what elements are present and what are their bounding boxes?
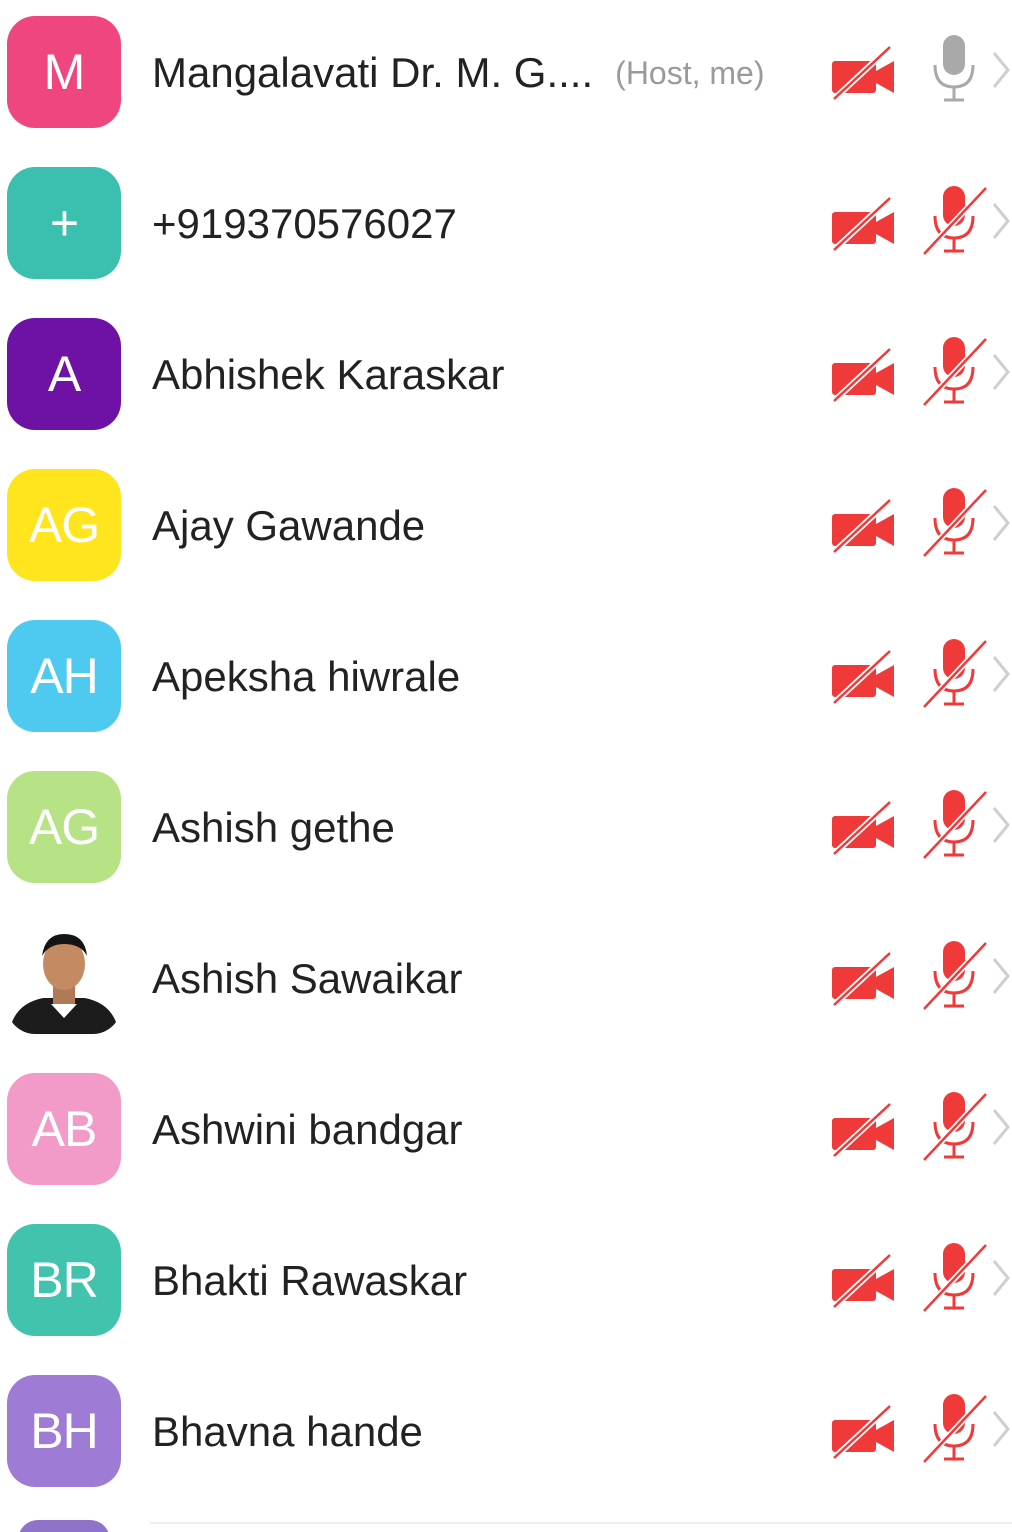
chevron-right-icon[interactable] bbox=[990, 198, 1012, 244]
mic-icon[interactable] bbox=[918, 31, 992, 111]
chevron-right-icon[interactable] bbox=[990, 953, 1012, 999]
participant-name: Apeksha hiwrale bbox=[152, 653, 461, 700]
chevron-right-icon[interactable] bbox=[990, 1255, 1012, 1301]
avatar-initials: AG bbox=[28, 497, 100, 553]
avatar: AH bbox=[7, 620, 121, 732]
mic-muted-icon[interactable] bbox=[918, 937, 992, 1017]
participant-row[interactable]: BR Bhakti Rawaskar bbox=[0, 1215, 1012, 1366]
avatar-initials: BH bbox=[30, 1403, 98, 1459]
participant-name-group: Ashwini bandgar bbox=[152, 1100, 463, 1160]
avatar: BH bbox=[7, 1375, 121, 1487]
avatar-initials: BR bbox=[30, 1252, 98, 1308]
participant-name-group: Apeksha hiwrale bbox=[152, 647, 460, 707]
chevron-right-icon[interactable] bbox=[990, 651, 1012, 697]
participants-list: M Mangalavati Dr. M. G.... (Host, me) + +91… bbox=[0, 0, 1012, 1532]
video-off-icon[interactable] bbox=[830, 1100, 898, 1160]
avatar-initials: AB bbox=[31, 1101, 98, 1157]
mic-muted-icon[interactable] bbox=[918, 786, 992, 866]
chevron-right-icon[interactable] bbox=[990, 500, 1012, 546]
video-off-icon[interactable] bbox=[830, 43, 898, 103]
avatar: + bbox=[7, 167, 121, 279]
avatar bbox=[18, 1520, 110, 1532]
participant-row[interactable]: M Mangalavati Dr. M. G.... (Host, me) bbox=[0, 7, 1012, 158]
participant-name-group: Ashish gethe bbox=[152, 798, 395, 858]
avatar: AB bbox=[7, 1073, 121, 1185]
participant-row[interactable]: A Abhishek Karaskar bbox=[0, 309, 1012, 460]
participant-name: Mangalavati Dr. M. G.... bbox=[152, 49, 594, 96]
participant-name-group: Ajay Gawande bbox=[152, 496, 425, 556]
participant-name: Ashwini bandgar bbox=[152, 1106, 463, 1153]
avatar-initials: + bbox=[49, 195, 79, 251]
participant-row[interactable]: BH Bhavna hande bbox=[0, 1366, 1012, 1517]
chevron-right-icon[interactable] bbox=[990, 1406, 1012, 1452]
divider bbox=[150, 1522, 1012, 1524]
participant-row[interactable]: + +919370576027 bbox=[0, 158, 1012, 309]
participant-row[interactable]: Ashish Sawaikar bbox=[0, 913, 1012, 1064]
participant-row[interactable]: AG Ajay Gawande bbox=[0, 460, 1012, 611]
mic-muted-icon[interactable] bbox=[918, 182, 992, 262]
video-off-icon[interactable] bbox=[830, 647, 898, 707]
host-tag: (Host, me) bbox=[615, 54, 765, 91]
avatar bbox=[7, 922, 121, 1034]
avatar-initials: A bbox=[47, 346, 81, 402]
mic-muted-icon[interactable] bbox=[918, 635, 992, 715]
participant-name: Ajay Gawande bbox=[152, 502, 426, 549]
avatar: AG bbox=[7, 771, 121, 883]
participant-name-group: +919370576027 bbox=[152, 194, 457, 254]
participant-name: Ashish gethe bbox=[152, 804, 395, 851]
avatar-initials: AH bbox=[30, 648, 98, 704]
video-off-icon[interactable] bbox=[830, 1402, 898, 1462]
mic-muted-icon[interactable] bbox=[918, 484, 992, 564]
participant-row[interactable]: AH Apeksha hiwrale bbox=[0, 611, 1012, 762]
mic-muted-icon[interactable] bbox=[918, 333, 992, 413]
avatar-initials: AG bbox=[28, 799, 100, 855]
participant-name-group: Abhishek Karaskar bbox=[152, 345, 505, 405]
avatar-initials: M bbox=[43, 44, 86, 100]
chevron-right-icon[interactable] bbox=[990, 349, 1012, 395]
avatar: AG bbox=[7, 469, 121, 581]
participant-name-group: Mangalavati Dr. M. G.... (Host, me) bbox=[152, 43, 765, 103]
chevron-right-icon[interactable] bbox=[990, 802, 1012, 848]
mic-muted-icon[interactable] bbox=[918, 1239, 992, 1319]
partial-list-item bbox=[0, 1512, 1012, 1532]
participant-name: Bhavna hande bbox=[152, 1408, 423, 1455]
video-off-icon[interactable] bbox=[830, 1251, 898, 1311]
chevron-right-icon[interactable] bbox=[990, 1104, 1012, 1150]
participant-row[interactable]: AG Ashish gethe bbox=[0, 762, 1012, 913]
participant-name: Ashish Sawaikar bbox=[152, 955, 463, 1002]
mic-muted-icon[interactable] bbox=[918, 1390, 992, 1470]
video-off-icon[interactable] bbox=[830, 496, 898, 556]
participant-name: Abhishek Karaskar bbox=[152, 351, 505, 398]
participant-row[interactable]: AB Ashwini bandgar bbox=[0, 1064, 1012, 1215]
video-off-icon[interactable] bbox=[830, 949, 898, 1009]
participant-name-group: Ashish Sawaikar bbox=[152, 949, 462, 1009]
video-off-icon[interactable] bbox=[830, 194, 898, 254]
participant-name: Bhakti Rawaskar bbox=[152, 1257, 468, 1304]
participant-name-group: Bhakti Rawaskar bbox=[152, 1251, 467, 1311]
participant-name-group: Bhavna hande bbox=[152, 1402, 423, 1462]
chevron-right-icon[interactable] bbox=[990, 47, 1012, 93]
avatar: BR bbox=[7, 1224, 121, 1336]
video-off-icon[interactable] bbox=[830, 345, 898, 405]
video-off-icon[interactable] bbox=[830, 798, 898, 858]
participant-name: +919370576027 bbox=[152, 200, 457, 247]
avatar: A bbox=[7, 318, 121, 430]
mic-muted-icon[interactable] bbox=[918, 1088, 992, 1168]
avatar: M bbox=[7, 16, 121, 128]
